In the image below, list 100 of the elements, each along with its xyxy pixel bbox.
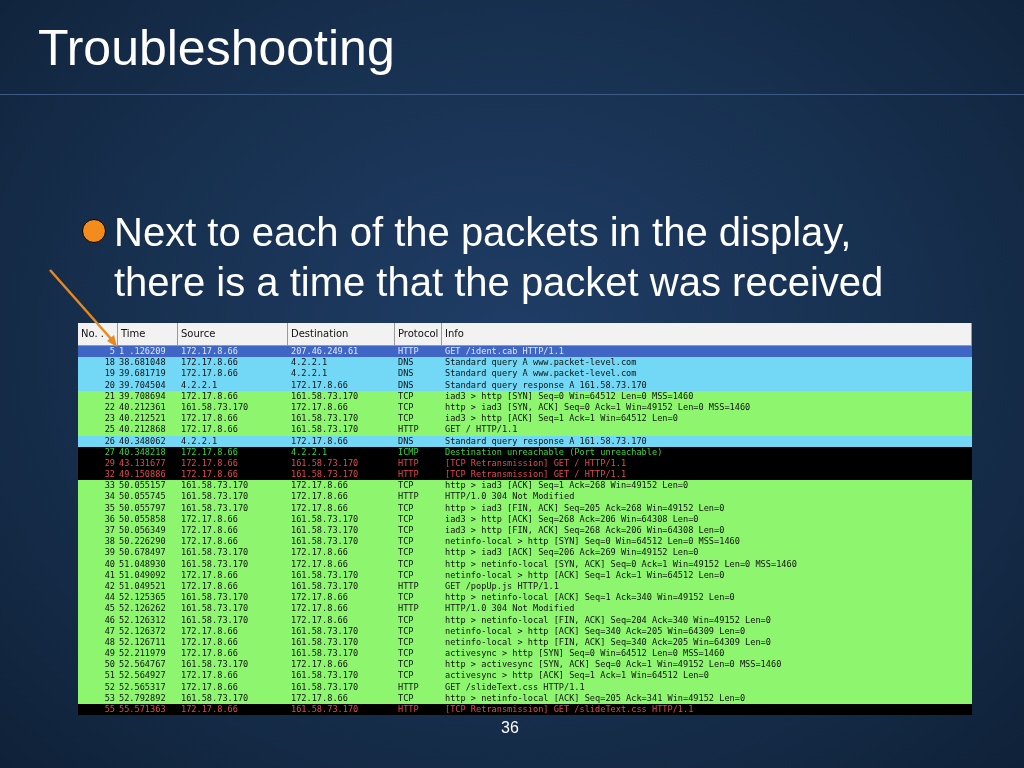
number-cell-text: 45: [103, 603, 116, 615]
info-cell-text: http > iad3 [ACK] Seq=1 Ack=268 Win=49152 Len=0: [444, 480, 690, 492]
number-cell-text: 53: [103, 692, 116, 704]
protocol-cell-text: HTTP: [397, 424, 420, 436]
number-cell-text: 22: [103, 401, 116, 414]
info-cell-text: HTTP/1.0 304 Not Modified: [444, 491, 576, 503]
time-cell-text: 40.212361: [118, 401, 167, 414]
info-cell-text: activesync > http [ACK] Seq=1 Ack=1 Win=64512 Len=0: [444, 670, 710, 682]
protocol-cell-text: TCP: [397, 592, 415, 604]
destination-cell-text: 172.17.8.66: [290, 401, 349, 414]
number-cell-text: 23: [103, 413, 116, 425]
time-cell-text: 40.348062: [118, 435, 167, 447]
packet-row[interactable]: 26 40.348062 4.2.2.1 172.17.8.66 DNS Standard query response A 161.58.73.170: [78, 435, 972, 447]
protocol-cell-text: TCP: [397, 480, 415, 492]
protocol-cell-text: TCP: [397, 513, 415, 525]
destination-cell-text: 161.58.73.170: [290, 625, 360, 637]
packet-row[interactable]: 34 50.055745 161.58.73.170 172.17.8.66 HTTP HTTP/1.0 304 Not Modified: [78, 491, 972, 503]
source-cell-text: 172.17.8.66: [180, 413, 239, 425]
packet-row[interactable]: 49 52.211979 172.17.8.66 161.58.73.170 TCP activesync > http [SYN] Seq=0 Win=64512 Len=0 MSS=1460: [78, 648, 972, 660]
packet-row[interactable]: 37 50.056349 172.17.8.66 161.58.73.170 TCP iad3 > http [FIN, ACK] Seq=268 Ack=206 Win=64308 Len=0: [78, 525, 972, 537]
time-cell-text: 39.704504: [118, 379, 167, 391]
column-header[interactable]: Destination: [288, 323, 395, 345]
number-cell-text: 18: [103, 357, 116, 369]
number-cell-text: 52: [103, 681, 116, 693]
destination-cell-text: 172.17.8.66: [290, 558, 349, 570]
number-cell-text: 47: [103, 625, 116, 637]
protocol-cell-text: DNS: [397, 379, 415, 391]
time-cell-text: 39.681719: [118, 368, 167, 380]
packet-row[interactable]: 50 52.564767 161.58.73.170 172.17.8.66 TCP http > activesync [SYN, ACK] Seq=0 Ack=1 Win=49152 Len=0 MSS=1460: [78, 659, 972, 671]
packet-row[interactable]: 52 52.565317 172.17.8.66 161.58.73.170 HTTP GET /slideText.css HTTP/1.1: [78, 681, 972, 693]
protocol-cell-text: HTTP: [397, 457, 420, 470]
number-cell-text: 49: [103, 648, 116, 660]
source-cell-text: 161.58.73.170: [180, 480, 250, 492]
packet-row[interactable]: 40 51.048930 161.58.73.170 172.17.8.66 TCP http > netinfo-local [SYN, ACK] Seq=0 Ack=1 Win=49152 Len=0 MSS=1460: [78, 558, 972, 570]
packet-row[interactable]: 19 39.681719 172.17.8.66 4.2.2.1 DNS Standard query A www.packet-level.com: [78, 368, 972, 380]
source-cell-text: 4.2.2.1: [180, 435, 219, 447]
packet-row[interactable]: 38 50.226290 172.17.8.66 161.58.73.170 TCP netinfo-local > http [SYN] Seq=0 Win=64512 Len=0 MSS=1460: [78, 536, 972, 548]
packet-row[interactable]: 23 40.212521 172.17.8.66 161.58.73.170 TCP iad3 > http [ACK] Seq=1 Ack=1 Win=64512 Len=0: [78, 413, 972, 425]
packet-row[interactable]: 46 52.126312 161.58.73.170 172.17.8.66 TCP http > netinfo-local [FIN, ACK] Seq=204 Ack=340 Win=49152 Len=0: [78, 614, 972, 626]
destination-cell-text: 172.17.8.66: [290, 480, 349, 492]
source-cell-text: 172.17.8.66: [180, 525, 239, 537]
packet-row[interactable]: 33 50.055157 161.58.73.170 172.17.8.66 TCP http > iad3 [ACK] Seq=1 Ack=268 Win=49152 Len=0: [78, 480, 972, 492]
destination-cell-text: 161.58.73.170: [290, 413, 360, 425]
column-header[interactable]: Protocol: [395, 323, 442, 345]
packet-row[interactable]: 39 50.678497 161.58.73.170 172.17.8.66 TCP http > iad3 [ACK] Seq=206 Ack=269 Win=49152 Len=0: [78, 547, 972, 559]
packet-row[interactable]: 44 52.125365 161.58.73.170 172.17.8.66 TCP http > netinfo-local [ACK] Seq=1 Ack=340 Win=49152 Len=0: [78, 592, 972, 604]
source-cell-text: 172.17.8.66: [180, 368, 239, 380]
packet-row[interactable]: 47 52.126372 172.17.8.66 161.58.73.170 TCP netinfo-local > http [ACK] Seq=340 Ack=205 Win=64309 Len=0: [78, 625, 972, 637]
protocol-cell-text: TCP: [397, 390, 415, 402]
number-cell-text: 50: [103, 659, 116, 671]
protocol-cell-text: TCP: [397, 536, 415, 548]
column-header[interactable]: Time: [118, 323, 178, 345]
packet-row[interactable]: 45 52.126262 161.58.73.170 172.17.8.66 HTTP HTTP/1.0 304 Not Modified: [78, 603, 972, 615]
time-cell-text: 51.049092: [118, 569, 167, 581]
packet-row[interactable]: 20 39.704504 4.2.2.1 172.17.8.66 DNS Standard query response A 161.58.73.170: [78, 379, 972, 391]
packet-row[interactable]: 27 40.348218 172.17.8.66 4.2.2.1 ICMP Destination unreachable (Port unreachable): [78, 446, 972, 458]
packet-row[interactable]: 32 49.150886 172.17.8.66 161.58.73.170 HTTP [TCP Retransmission] GET / HTTP/1.1: [78, 469, 972, 481]
time-cell-text: 52.564767: [118, 659, 167, 671]
source-cell-text: 161.58.73.170: [180, 692, 250, 704]
protocol-cell-text: TCP: [397, 547, 415, 559]
time-cell-text: 50.678497: [118, 547, 167, 559]
protocol-cell-text: TCP: [397, 692, 415, 704]
packet-row[interactable]: 18 38.681048 172.17.8.66 4.2.2.1 DNS Standard query A www.packet-level.com: [78, 357, 972, 369]
source-cell-text: 172.17.8.66: [180, 536, 239, 548]
protocol-cell-text: HTTP: [397, 681, 420, 693]
protocol-cell-text: TCP: [397, 659, 415, 671]
destination-cell-text: 172.17.8.66: [290, 603, 349, 615]
number-cell-text: 32: [103, 469, 116, 481]
destination-cell-text: 161.58.73.170: [290, 469, 360, 481]
time-cell-text: 52.564927: [118, 670, 167, 682]
packet-row[interactable]: 35 50.055797 161.58.73.170 172.17.8.66 TCP http > iad3 [FIN, ACK] Seq=205 Ack=268 Win=49152 Len=0: [78, 502, 972, 514]
info-cell-text: http > netinfo-local [FIN, ACK] Seq=204 Ack=340 Win=49152 Len=0: [444, 614, 772, 626]
source-cell-text: 4.2.2.1: [180, 379, 219, 391]
packet-row[interactable]: 25 40.212868 172.17.8.66 161.58.73.170 HTTP GET / HTTP/1.1: [78, 424, 972, 436]
bullet-text: Next to each of the packets in the display, there is a time that the packet was received: [114, 209, 885, 306]
packet-row[interactable]: 51 52.564927 172.17.8.66 161.58.73.170 TCP activesync > http [ACK] Seq=1 Ack=1 Win=64512 Len=0: [78, 670, 972, 682]
destination-cell-text: 161.58.73.170: [290, 704, 360, 716]
protocol-cell-text: HTTP: [397, 469, 420, 481]
packet-row[interactable]: 55 55.571363 172.17.8.66 161.58.73.170 HTTP [TCP Retransmission] GET /slideText.css HTTP/1.1: [78, 704, 972, 716]
time-cell-text: 49.150886: [118, 469, 167, 481]
column-header[interactable]: Info: [442, 323, 972, 345]
destination-cell-text: 161.58.73.170: [290, 390, 360, 402]
source-cell-text: 161.58.73.170: [180, 502, 250, 514]
source-cell-text: 172.17.8.66: [180, 648, 239, 660]
packet-row[interactable]: 21 39.708694 172.17.8.66 161.58.73.170 TCP iad3 > http [SYN] Seq=0 Win=64512 Len=0 MSS=1460: [78, 390, 972, 402]
number-cell-text: 51: [103, 670, 116, 682]
number-cell-text: 44: [103, 592, 116, 604]
info-cell-text: netinfo-local > http [FIN, ACK] Seq=340 Ack=205 Win=64309 Len=0: [444, 636, 772, 649]
time-cell-text: 38.681048: [118, 357, 167, 369]
source-cell-text: 172.17.8.66: [180, 424, 239, 436]
packet-row[interactable]: 5 1 .126209 172.17.8.66 207.46.249.61 HTTP GET /ident.cab HTTP/1.1: [78, 346, 972, 358]
number-cell-text: 35: [103, 502, 116, 514]
source-cell-text: 172.17.8.66: [180, 569, 239, 581]
source-cell-text: 172.17.8.66: [180, 636, 239, 649]
protocol-cell-text: TCP: [397, 636, 415, 649]
time-cell-text: 50.055745: [118, 491, 167, 503]
info-cell-text: Standard query response A 161.58.73.170: [444, 379, 648, 391]
number-cell-text: 37: [103, 525, 116, 537]
column-header[interactable]: Source: [178, 323, 288, 345]
packet-row[interactable]: 41 51.049092 172.17.8.66 161.58.73.170 TCP netinfo-local > http [ACK] Seq=1 Ack=1 Win=64512 Len=0: [78, 569, 972, 581]
